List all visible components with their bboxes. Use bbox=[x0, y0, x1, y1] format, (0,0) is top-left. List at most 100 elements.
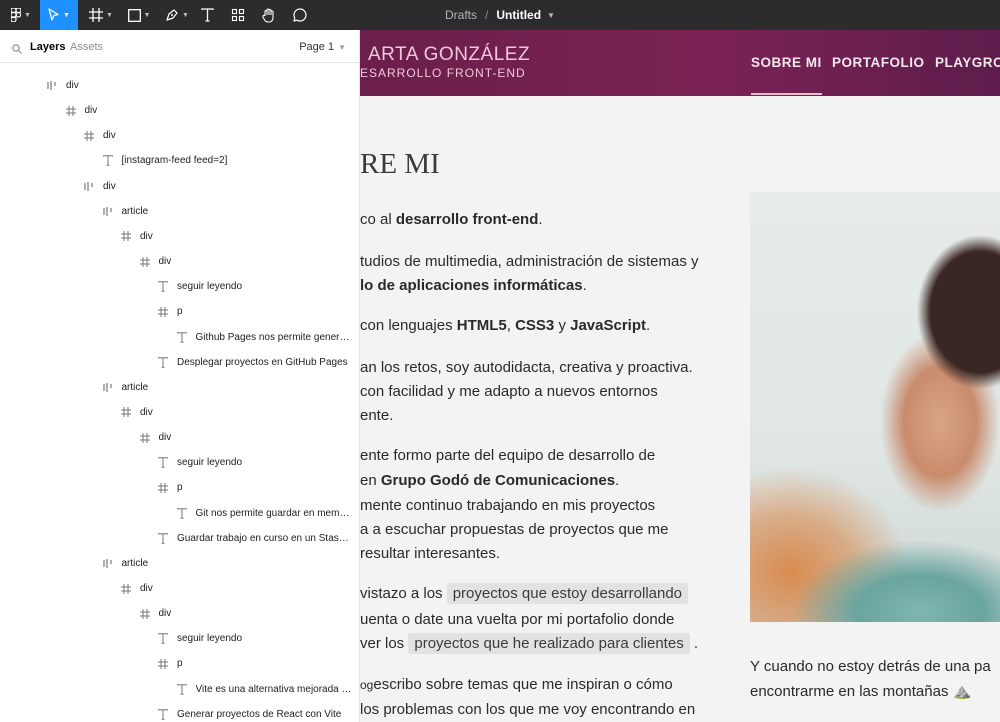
chevron-down-icon: ▼ bbox=[63, 11, 70, 19]
layer-row[interactable]: div bbox=[118, 400, 153, 425]
text-icon bbox=[155, 354, 171, 370]
pen-tool-button[interactable]: ▼ bbox=[160, 0, 194, 30]
layer-row[interactable]: div bbox=[81, 174, 116, 199]
layer-row[interactable]: article bbox=[100, 551, 149, 576]
layer-label: div bbox=[158, 432, 172, 444]
layer-label: div bbox=[158, 256, 172, 268]
intro-line-1: co al desarrollo front-end. bbox=[360, 211, 543, 228]
layer-row[interactable]: p bbox=[155, 475, 183, 500]
pen-icon bbox=[165, 8, 179, 22]
layer-row[interactable]: Desplegar proyectos en GitHub Pages bbox=[155, 350, 348, 375]
layer-row[interactable]: p bbox=[155, 299, 183, 324]
layer-row[interactable]: seguir leyendo bbox=[155, 274, 242, 299]
layer-label: div bbox=[103, 130, 116, 142]
chevron-down-icon: ▼ bbox=[338, 43, 346, 52]
comment-bubble-icon bbox=[293, 8, 307, 22]
layer-label: seguir leyendo bbox=[177, 457, 243, 469]
work-line-1: ente formo parte del equipo de desarroll… bbox=[360, 447, 656, 464]
site-header: ARTA GONZÁLEZ ESARROLLO FRONT-END SOBRE … bbox=[360, 30, 1000, 96]
layer-label: div bbox=[158, 608, 172, 620]
chevron-down-icon: ▼ bbox=[182, 11, 189, 19]
layer-label: article bbox=[121, 205, 149, 217]
layer-label: p bbox=[177, 482, 183, 494]
layer-row[interactable]: article bbox=[100, 375, 148, 400]
tab-layers[interactable]: Layers bbox=[30, 41, 65, 53]
layer-label: p bbox=[177, 306, 183, 318]
design-canvas[interactable]: ARTA GONZÁLEZ ESARROLLO FRONT-END SOBRE … bbox=[360, 30, 1000, 722]
layer-label: div bbox=[103, 180, 116, 192]
text-icon bbox=[174, 329, 190, 345]
layer-label: div bbox=[84, 105, 98, 117]
layer-label: article bbox=[121, 557, 149, 569]
components-icon bbox=[231, 8, 245, 22]
tab-assets[interactable]: Assets bbox=[70, 41, 103, 53]
text-t-icon bbox=[200, 8, 214, 22]
layer-label: seguir leyendo bbox=[177, 633, 243, 645]
photo-caption-line-1: Y cuando no estoy detrás de una pa bbox=[750, 658, 991, 675]
page-selector[interactable]: Page 1 ▼ bbox=[299, 41, 346, 53]
text-tool-button[interactable] bbox=[196, 0, 218, 30]
nav-playground[interactable]: PLAYGROU bbox=[935, 55, 1000, 70]
auto-layout-icon bbox=[81, 178, 97, 194]
frame-icon bbox=[137, 606, 153, 622]
layer-label: seguir leyendo bbox=[177, 281, 243, 293]
layer-row[interactable]: div bbox=[118, 224, 153, 249]
layer-row[interactable]: Vite es una alternativa mejorada a l... bbox=[174, 677, 354, 702]
chevron-down-icon[interactable]: ▼ bbox=[547, 11, 555, 20]
text-icon bbox=[155, 530, 171, 546]
rectangle-icon bbox=[127, 8, 141, 22]
comment-tool-button[interactable] bbox=[288, 0, 312, 30]
layer-row[interactable]: article bbox=[100, 199, 149, 224]
projects-line-1: vistazo a los proyectos que estoy desarr… bbox=[360, 583, 689, 604]
layer-row[interactable]: Generar proyectos de React con Vite bbox=[155, 702, 341, 722]
projects-line-3: ver los proyectos que he realizado para … bbox=[360, 633, 699, 654]
layer-row[interactable]: div bbox=[137, 601, 172, 626]
layer-row[interactable]: [instagram-feed feed=2] bbox=[100, 148, 228, 173]
text-icon bbox=[174, 681, 190, 697]
layer-row[interactable]: Github Pages nos permite generar ... bbox=[174, 325, 354, 350]
projects-line-2: uenta o date una vuelta por mi portafoli… bbox=[360, 611, 675, 628]
components-tool-button[interactable] bbox=[226, 0, 250, 30]
profile-photo bbox=[750, 192, 1000, 622]
auto-layout-icon bbox=[100, 203, 116, 219]
search-icon[interactable] bbox=[12, 41, 22, 59]
layer-label: div bbox=[140, 406, 153, 418]
move-tool-button[interactable]: ▼ bbox=[40, 0, 78, 30]
layer-row[interactable]: seguir leyendo bbox=[155, 450, 242, 475]
layer-row[interactable]: div bbox=[63, 98, 98, 123]
hand-tool-button[interactable] bbox=[257, 0, 281, 30]
link-current-projects[interactable]: proyectos que estoy desarrollando bbox=[446, 583, 689, 604]
file-name[interactable]: Untitled bbox=[496, 8, 541, 22]
layer-row[interactable]: div bbox=[81, 123, 116, 148]
languages-line: con lenguajes HTML5, CSS3 y JavaScript. bbox=[360, 317, 651, 334]
blog-line-1: ogescribo sobre temas que me inspiran o … bbox=[360, 676, 673, 693]
traits-line-1: an los retos, soy autodidacta, creativa … bbox=[360, 359, 693, 376]
panel-tabs: Layers Assets Page 1 ▼ bbox=[0, 30, 359, 63]
layer-row[interactable]: div bbox=[44, 73, 79, 98]
frame-icon bbox=[118, 404, 134, 420]
layer-label: p bbox=[177, 658, 183, 670]
frame-icon bbox=[137, 430, 153, 446]
layer-row[interactable]: Git nos permite guardar en memori... bbox=[174, 501, 354, 526]
site-brand-name: ARTA GONZÁLEZ bbox=[368, 44, 531, 65]
link-client-projects[interactable]: proyectos que he realizado para clientes bbox=[408, 633, 690, 654]
layer-row[interactable]: p bbox=[155, 651, 183, 676]
layer-row[interactable]: div bbox=[137, 249, 172, 274]
nav-sobre-mi[interactable]: SOBRE MI bbox=[751, 55, 822, 95]
frame-tool-button[interactable]: ▼ bbox=[84, 0, 118, 30]
main-menu-button[interactable]: ▼ bbox=[4, 0, 38, 30]
layer-label: [instagram-feed feed=2] bbox=[121, 155, 228, 167]
layer-row[interactable]: Guardar trabajo en curso en un Stash c..… bbox=[155, 526, 354, 551]
layer-row[interactable]: seguir leyendo bbox=[155, 626, 242, 651]
nav-portafolio[interactable]: PORTAFOLIO bbox=[832, 55, 925, 70]
frame-icon bbox=[137, 254, 153, 270]
auto-layout-icon bbox=[44, 78, 60, 94]
layer-row[interactable]: div bbox=[137, 425, 172, 450]
layer-row[interactable]: div bbox=[118, 576, 153, 601]
shape-tool-button[interactable]: ▼ bbox=[122, 0, 156, 30]
work-line-3: mente continuo trabajando en mis proyect… bbox=[360, 497, 656, 514]
text-icon bbox=[155, 631, 171, 647]
studies-line-2: lo de aplicaciones informáticas. bbox=[360, 277, 587, 294]
breadcrumb-drafts[interactable]: Drafts bbox=[445, 8, 477, 22]
layer-label: Guardar trabajo en curso en un Stash c..… bbox=[177, 532, 354, 544]
